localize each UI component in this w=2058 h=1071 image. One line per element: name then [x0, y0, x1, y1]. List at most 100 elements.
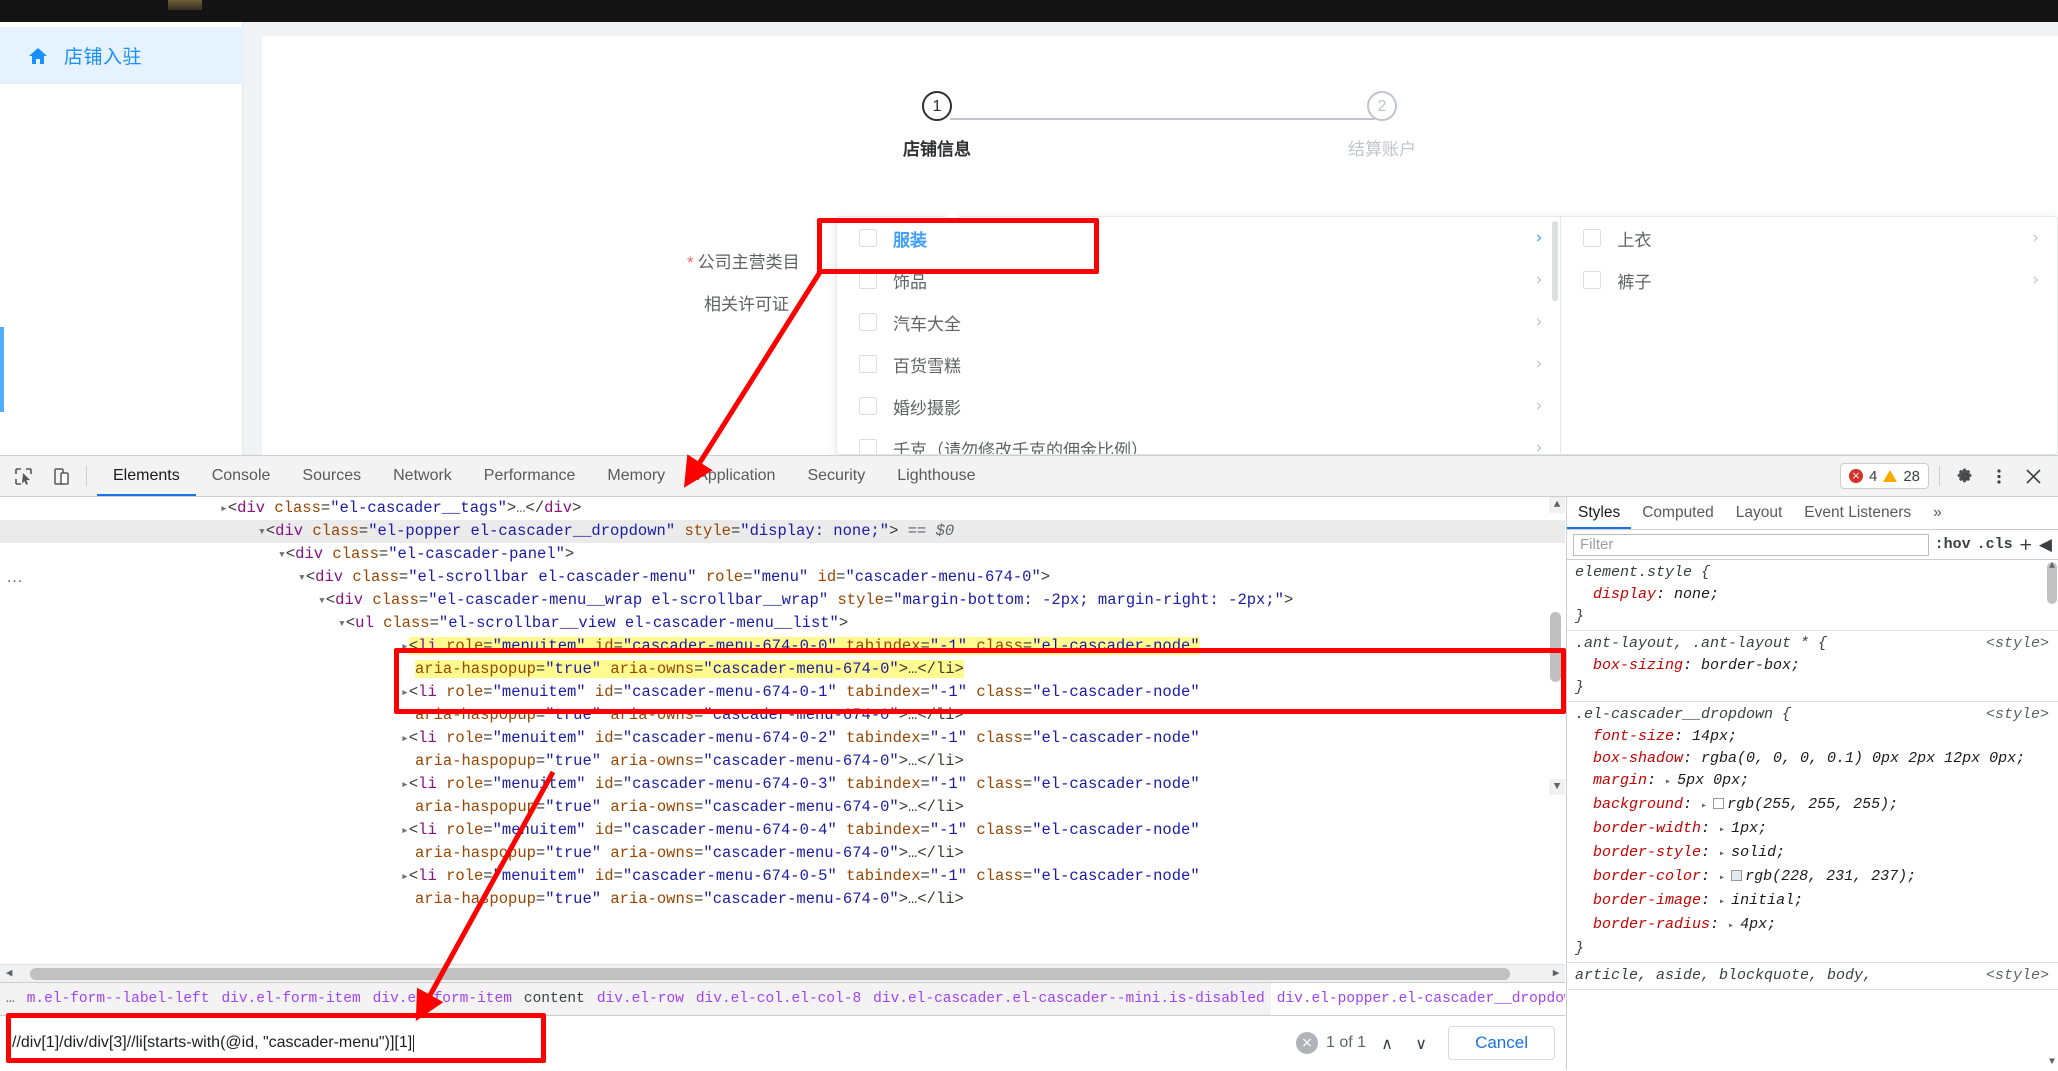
cascader-node-col1-5[interactable]: 千克（请勿修改千克的佣金比例） ›: [837, 427, 1560, 454]
issues-counter[interactable]: × 4 28: [1839, 463, 1929, 489]
checkbox-icon[interactable]: [1583, 271, 1602, 289]
dom-node-row-li[interactable]: ▸<li role="menuitem" id="cascader-menu-6…: [0, 681, 1565, 727]
cascader-node-col1-0[interactable]: 服装 ›: [837, 217, 1560, 259]
search-next-button[interactable]: ∨: [1408, 1030, 1434, 1056]
style-origin[interactable]: <style>: [1986, 633, 2049, 655]
checkbox-icon[interactable]: [859, 397, 877, 415]
breadcrumb-item[interactable]: div.el-cascader.el-cascader--mini.is-dis…: [867, 991, 1271, 1007]
inspect-element-icon[interactable]: [8, 461, 38, 491]
checkbox-icon[interactable]: [859, 271, 877, 289]
cascader-scrollbar[interactable]: [1552, 221, 1559, 301]
dom-node-row-li[interactable]: ▸<li role="menuitem" id="cascader-menu-6…: [0, 773, 1565, 819]
devtools-tab-memory[interactable]: Memory: [591, 456, 681, 496]
dom-node-row[interactable]: ▾<div class="el-scrollbar el-cascader-me…: [0, 566, 1565, 589]
search-prev-button[interactable]: ∧: [1374, 1030, 1400, 1056]
sidebar-item-shop-entry[interactable]: 店铺入驻: [0, 27, 243, 84]
style-rule[interactable]: element.style {display: none;}: [1567, 560, 2058, 631]
devtools-tab-sources[interactable]: Sources: [286, 456, 377, 496]
dom-node-row[interactable]: ▾<div class="el-popper el-cascader__drop…: [0, 520, 1565, 543]
style-declaration[interactable]: box-shadow: rgba(0, 0, 0, 0.1) 0px 2px 1…: [1575, 748, 2051, 770]
style-declaration[interactable]: border-color: ▸ rgb(228, 231, 237);: [1575, 866, 2051, 890]
search-input[interactable]: //div[1]/div/div[3]//li[starts-with(@id,…: [0, 1016, 1296, 1071]
breadcrumb-item[interactable]: div.el-popper.el-cascader__dropdown: [1270, 983, 1565, 1015]
gear-icon[interactable]: [1950, 461, 1980, 491]
cls-toggle[interactable]: .cls: [1977, 536, 2013, 553]
checkbox-icon[interactable]: [1583, 229, 1602, 247]
dom-node-row-li[interactable]: ▸<li role="menuitem" id="cascader-menu-6…: [0, 819, 1565, 865]
dom-node-row-li[interactable]: ▸<li role="menuitem" id="cascader-menu-6…: [0, 865, 1565, 911]
breadcrumb-item[interactable]: div.el-row: [591, 991, 690, 1007]
dom-scroll-right-arrow[interactable]: ▶: [1547, 965, 1565, 982]
checkbox-icon[interactable]: [859, 355, 877, 373]
style-declaration[interactable]: border-width: ▸ 1px;: [1575, 818, 2051, 842]
dom-tree-panel[interactable]: … ▸<div class="el-cascader__tags">…</div…: [0, 497, 1565, 982]
dom-scroll-up-arrow[interactable]: ▲: [1549, 497, 1565, 513]
breadcrumb-item[interactable]: div.el-col.el-col-8: [690, 991, 867, 1007]
style-declaration[interactable]: box-sizing: border-box;: [1575, 655, 2051, 677]
styles-tab-styles[interactable]: Styles: [1567, 497, 1631, 529]
dom-node-row-li[interactable]: ▸<li role="menuitem" id="cascader-menu-6…: [0, 635, 1565, 681]
dom-node-row[interactable]: ▾<div class="el-cascader-menu__wrap el-s…: [0, 589, 1565, 612]
style-declaration[interactable]: border-style: ▸ solid;: [1575, 842, 2051, 866]
color-swatch[interactable]: [1731, 870, 1743, 881]
dom-vertical-scrollbar[interactable]: [1550, 612, 1561, 682]
style-declaration[interactable]: margin: ▸ 5px 0px;: [1575, 770, 2051, 794]
dom-node-row[interactable]: ▾<ul class="el-scrollbar__view el-cascad…: [0, 612, 1565, 635]
cancel-search-button[interactable]: Cancel: [1448, 1026, 1555, 1060]
breadcrumb-item[interactable]: div.el-form-item: [367, 991, 518, 1007]
style-declaration[interactable]: font-size: 14px;: [1575, 726, 2051, 748]
styles-scroll-up-arrow[interactable]: ▲: [2045, 560, 2058, 574]
style-declaration[interactable]: border-image: ▸ initial;: [1575, 890, 2051, 914]
devtools-tab-elements[interactable]: Elements: [97, 456, 196, 496]
style-rule[interactable]: <style> .el-cascader__dropdown {font-size…: [1567, 702, 2058, 963]
styles-tab-layout[interactable]: Layout: [1725, 497, 1794, 529]
styles-filter-input[interactable]: Filter: [1573, 533, 1929, 556]
cascader-node-col1-2[interactable]: 汽车大全 ›: [837, 301, 1560, 343]
dom-horizontal-scrollbar[interactable]: ◀ ▶: [0, 964, 1565, 982]
hov-toggle[interactable]: :hov: [1935, 536, 1971, 553]
checkbox-icon[interactable]: [859, 229, 877, 247]
breadcrumb-item[interactable]: content: [518, 991, 591, 1007]
breadcrumb-item[interactable]: div.el-form-item: [215, 991, 366, 1007]
styles-tab-event-listeners[interactable]: Event Listeners: [1793, 497, 1922, 529]
dom-hscroll-thumb[interactable]: [30, 968, 1510, 980]
devtools-tab-lighthouse[interactable]: Lighthouse: [881, 456, 991, 496]
dom-scroll-left-arrow[interactable]: ◀: [0, 965, 18, 982]
cascader-node-col1-1[interactable]: 饰品 ›: [837, 259, 1560, 301]
dom-node-row-li[interactable]: ▸<li role="menuitem" id="cascader-menu-6…: [0, 727, 1565, 773]
dom-node-row[interactable]: ▸<div class="el-cascader__tags">…</div>: [0, 497, 1565, 520]
style-declaration[interactable]: background: ▸ rgb(255, 255, 255);: [1575, 794, 2051, 818]
devtools-tab-network[interactable]: Network: [377, 456, 468, 496]
devtools-tab-security[interactable]: Security: [791, 456, 881, 496]
dom-node-row[interactable]: ▾<div class="el-cascader-panel">: [0, 543, 1565, 566]
style-declaration[interactable]: border-radius: ▸ 4px;: [1575, 914, 2051, 938]
new-style-rule-icon[interactable]: +: [2019, 535, 2033, 555]
devtools-tab-console[interactable]: Console: [196, 456, 287, 496]
color-swatch[interactable]: [1713, 798, 1725, 809]
clear-search-icon[interactable]: ×: [1296, 1032, 1319, 1054]
device-toolbar-icon[interactable]: [46, 461, 76, 491]
dom-scroll-down-arrow[interactable]: ▼: [1549, 779, 1565, 795]
breadcrumb-item[interactable]: m.el-form--label-left: [21, 991, 216, 1007]
style-rule[interactable]: <style> article, aside, blockquote, body,: [1567, 963, 2058, 990]
kebab-menu-icon[interactable]: [1984, 461, 2014, 491]
devtools-tab-performance[interactable]: Performance: [468, 456, 592, 496]
styles-tab-computed[interactable]: Computed: [1631, 497, 1725, 529]
cascader-node-col1-4[interactable]: 婚纱摄影 ›: [837, 385, 1560, 427]
close-icon[interactable]: [2018, 461, 2048, 491]
styles-scroll-down-arrow[interactable]: ▼: [2045, 1056, 2058, 1070]
sidebar-toggle-icon[interactable]: ◀: [2039, 535, 2052, 555]
dom-collapsed-ellipsis[interactable]: …: [6, 565, 23, 588]
style-origin[interactable]: <style>: [1986, 704, 2049, 726]
style-origin[interactable]: <style>: [1986, 965, 2049, 987]
breadcrumb-item[interactable]: …: [0, 991, 21, 1007]
checkbox-icon[interactable]: [859, 313, 877, 331]
checkbox-icon[interactable]: [859, 439, 877, 454]
style-declaration[interactable]: display: none;: [1575, 584, 2051, 606]
cascader-node-col2-0[interactable]: 上衣 ›: [1561, 217, 2057, 259]
cascader-node-col2-1[interactable]: 裤子 ›: [1561, 259, 2057, 301]
style-rule[interactable]: <style> .ant-layout, .ant-layout * {box-s…: [1567, 631, 2058, 702]
styles-tab-»[interactable]: »: [1922, 497, 1953, 529]
devtools-tab-application[interactable]: Application: [681, 456, 791, 496]
cascader-node-col1-3[interactable]: 百货雪糕 ›: [837, 343, 1560, 385]
